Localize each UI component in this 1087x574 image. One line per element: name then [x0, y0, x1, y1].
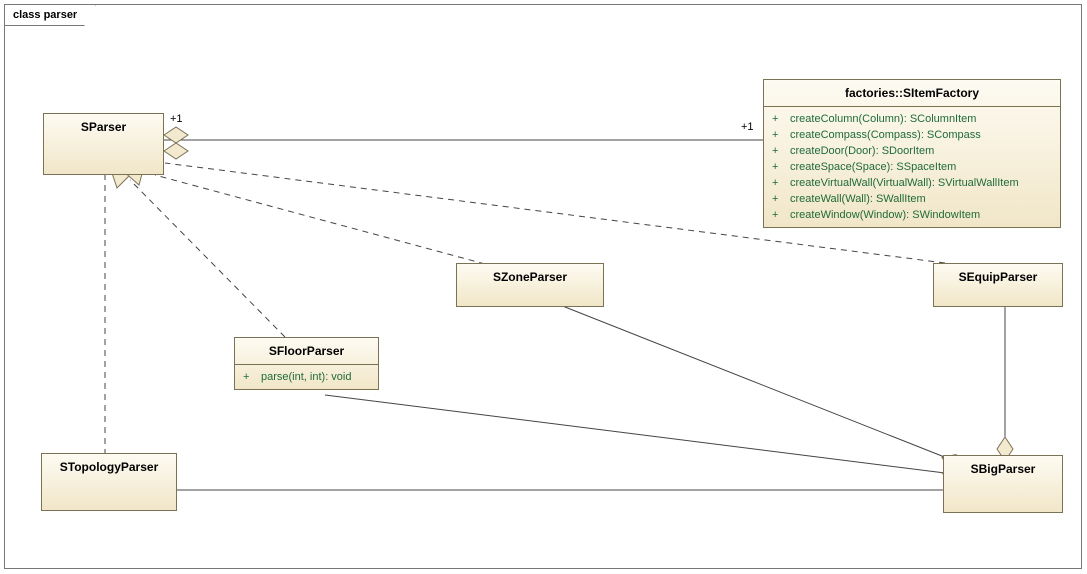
diagram-frame: class parser — [4, 4, 1082, 569]
member: createSpace(Space): SSpaceItem — [790, 159, 956, 175]
member: createCompass(Compass): SCompass — [790, 127, 981, 143]
class-sbigparser-title: SBigParser — [944, 456, 1062, 482]
member: createWindow(Window): SWindowItem — [790, 207, 980, 223]
class-sitemfactory-title: factories::SItemFactory — [764, 80, 1060, 107]
multiplicity-sparser: +1 — [170, 113, 183, 125]
class-sequipparser[interactable]: SEquipParser — [933, 263, 1063, 307]
class-sitemfactory[interactable]: factories::SItemFactory +createColumn(Co… — [763, 79, 1061, 228]
class-sbigparser[interactable]: SBigParser — [943, 455, 1063, 513]
member: createColumn(Column): SColumnItem — [790, 111, 976, 127]
class-sfloorparser-title: SFloorParser — [235, 338, 378, 365]
member: createVirtualWall(VirtualWall): SVirtual… — [790, 175, 1019, 191]
member: createWall(Wall): SWallItem — [790, 191, 926, 207]
class-sfloorparser[interactable]: SFloorParser +parse(int, int): void — [234, 337, 379, 390]
multiplicity-factory: +1 — [741, 121, 754, 133]
member: parse(int, int): void — [261, 369, 351, 385]
frame-label: class parser — [4, 4, 96, 26]
class-stopologyparser-title: STopologyParser — [42, 454, 176, 480]
class-sequipparser-title: SEquipParser — [934, 264, 1062, 290]
class-szoneparser[interactable]: SZoneParser — [456, 263, 604, 307]
class-sitemfactory-members: +createColumn(Column): SColumnItem +crea… — [764, 107, 1060, 227]
member: createDoor(Door): SDoorItem — [790, 143, 934, 159]
class-stopologyparser[interactable]: STopologyParser — [41, 453, 177, 511]
class-sparser[interactable]: SParser — [43, 113, 164, 175]
class-sfloorparser-members: +parse(int, int): void — [235, 365, 378, 389]
class-sparser-title: SParser — [44, 114, 163, 140]
class-szoneparser-title: SZoneParser — [457, 264, 603, 290]
